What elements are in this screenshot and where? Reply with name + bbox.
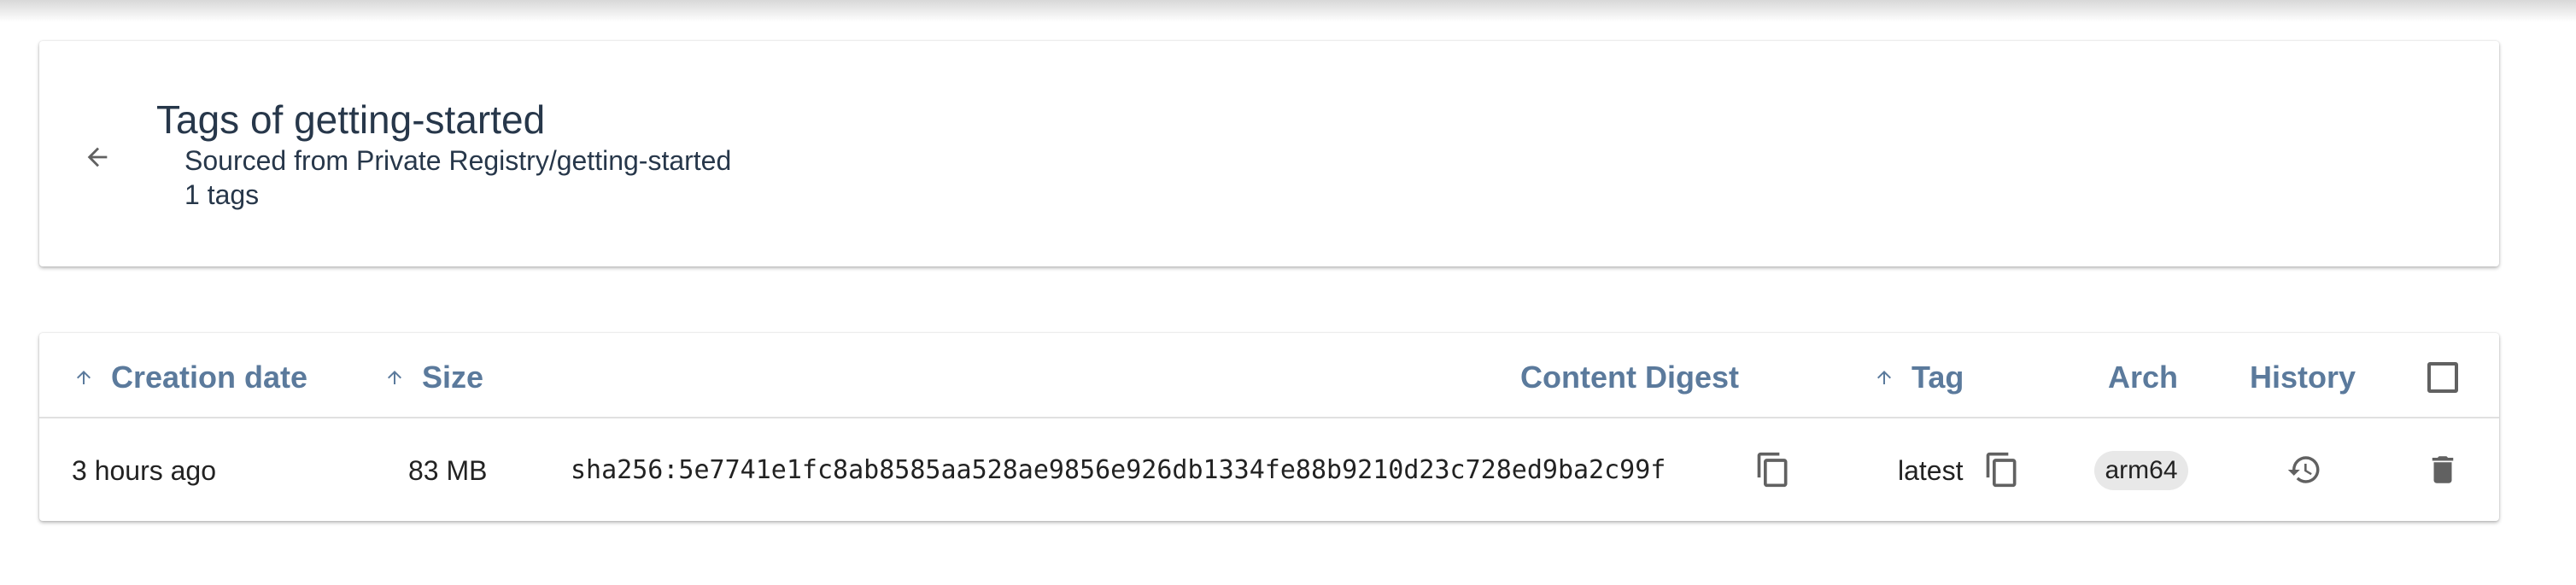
trash-icon: [2432, 456, 2454, 483]
column-label-content-digest: Content Digest: [1520, 360, 1739, 395]
cell-creation-date: 3 hours ago: [72, 455, 217, 486]
table-header-divider: [39, 417, 2499, 418]
history-icon: [2287, 456, 2320, 483]
delete-button[interactable]: [2419, 446, 2467, 494]
copy-digest-button[interactable]: [1749, 446, 1797, 494]
copy-icon: [1757, 452, 1788, 488]
column-header-creation-date[interactable]: Creation date: [73, 354, 307, 401]
cell-size: 83 MB: [408, 455, 488, 486]
history-button[interactable]: [2280, 446, 2328, 494]
column-header-size[interactable]: Size: [384, 354, 483, 401]
column-label-creation-date: Creation date: [111, 360, 308, 395]
column-label-tag: Tag: [1912, 360, 1964, 395]
column-header-content-digest: Content Digest: [1520, 354, 1739, 401]
page-title: Tags of getting-started: [156, 97, 546, 142]
sort-arrow-up-icon: [388, 371, 401, 384]
column-header-tag[interactable]: Tag: [1874, 354, 1964, 401]
column-label-history: History: [2250, 360, 2356, 395]
tag-count: 1 tags: [184, 179, 260, 210]
column-label-size: Size: [422, 360, 484, 395]
source-subtitle: Sourced from Private Registry/getting-st…: [184, 145, 732, 176]
cell-tag: latest: [1898, 455, 1964, 486]
back-button[interactable]: [70, 130, 125, 184]
app-bar-shadow: [0, 0, 2576, 22]
copy-icon: [1986, 452, 2017, 488]
sort-arrow-up-icon: [77, 371, 91, 384]
column-header-arch: Arch: [2108, 354, 2178, 401]
column-header-history: History: [2250, 354, 2356, 401]
sort-arrow-up-icon: [1877, 371, 1891, 384]
column-label-arch: Arch: [2108, 360, 2179, 395]
select-all-checkbox[interactable]: [2427, 362, 2458, 393]
cell-content-digest: sha256:5e7741e1fc8ab8585aa528ae9856e926d…: [571, 455, 1666, 485]
arrow-left-icon: [87, 147, 108, 167]
copy-tag-button[interactable]: [1978, 446, 2026, 494]
arch-chip: arm64: [2094, 451, 2188, 490]
